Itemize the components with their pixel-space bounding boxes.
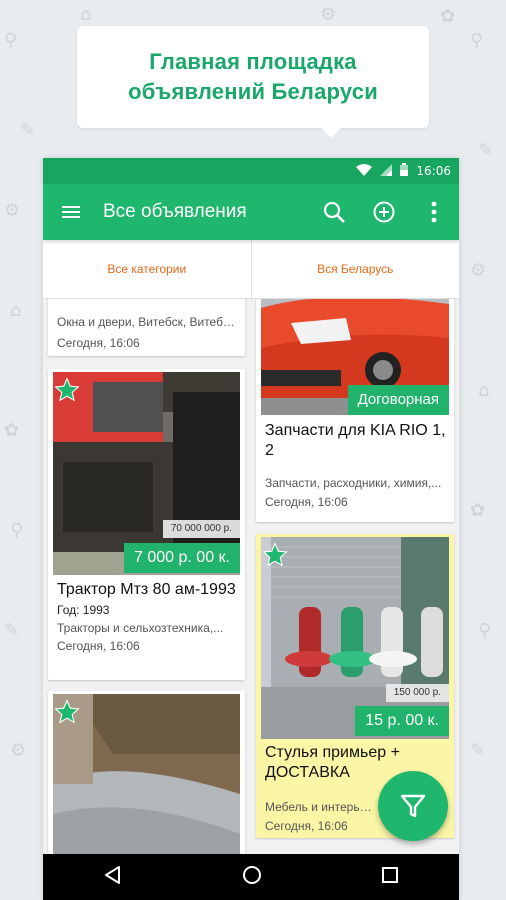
doodle-icon: ✎	[4, 620, 20, 641]
app-bar: Все объявления	[43, 184, 459, 240]
listing-meta: Мебель и интерьер, Гомел...	[265, 800, 375, 814]
home-icon[interactable]	[242, 865, 262, 890]
doodle-icon: ⌂	[10, 300, 22, 321]
region-filter[interactable]: Вся Беларусь	[250, 240, 460, 298]
filter-icon	[400, 794, 426, 818]
doodle-icon: ⚲	[10, 520, 24, 541]
battery-icon	[400, 163, 409, 179]
listing-title: Трактор Мтз 80 ам-1993	[57, 581, 236, 598]
page-title: Все объявления	[103, 201, 247, 222]
doodle-icon: ⌂	[80, 4, 92, 25]
doodle-icon: ✎	[470, 740, 486, 761]
doodle-icon: ✎	[20, 120, 36, 141]
promo-line-2: объявлений Беларуси	[128, 79, 378, 104]
listing-photo	[53, 694, 240, 854]
listing-year: Год: 1993	[57, 603, 110, 617]
category-filter[interactable]: Все категории	[43, 240, 251, 298]
back-icon[interactable]	[103, 865, 123, 890]
price-badge: 15 р. 00 к.	[355, 706, 449, 736]
recents-icon[interactable]	[381, 866, 399, 889]
doodle-icon: ⚙	[10, 740, 27, 761]
listing-card[interactable]: Окна и двери, Витебск, Витебск... Сегодн…	[48, 298, 245, 356]
doodle-icon: ⌂	[478, 380, 490, 401]
promo-bubble: Главная площадка объявлений Беларуси	[77, 26, 429, 138]
listing-date: Сегодня, 16:06	[265, 495, 348, 509]
doodle-icon: ✎	[478, 140, 494, 161]
old-price: 150 000 р.	[385, 684, 449, 702]
featured-star-icon	[54, 377, 80, 408]
price-badge: 7 000 р. 00 к.	[124, 543, 240, 573]
doodle-icon: ⚙	[4, 200, 21, 221]
doodle-icon: ⚙	[320, 4, 337, 25]
doodle-icon: ✿	[470, 500, 486, 521]
doodle-icon: ⚙	[470, 260, 487, 281]
phone-screen: 16:06 Все объявления Все категории Вся Б…	[43, 158, 459, 900]
navigation-bar	[43, 854, 459, 900]
featured-star-icon	[262, 542, 288, 573]
filter-fab-button[interactable]	[378, 771, 448, 841]
listing-date: Сегодня, 16:06	[57, 336, 140, 350]
menu-icon[interactable]	[43, 206, 99, 218]
doodle-icon: ⚲	[478, 620, 492, 641]
status-bar: 16:06	[43, 158, 459, 184]
listing-date: Сегодня, 16:06	[57, 639, 140, 653]
doodle-icon: ✿	[4, 420, 20, 441]
price-badge: Договорная	[347, 385, 449, 415]
search-icon[interactable]	[309, 201, 359, 223]
listing-meta: Окна и двери, Витебск, Витебск...	[57, 315, 237, 329]
listing-card[interactable]: 70 000 000 р. 7 000 р. 00 к. Трактор Мтз…	[48, 369, 245, 680]
listing-meta: Запчасти, расходники, химия,...	[265, 476, 442, 490]
wifi-icon	[356, 163, 373, 179]
featured-star-icon	[54, 699, 80, 730]
doodle-icon: ⚲	[470, 30, 484, 51]
doodle-icon: ✿	[440, 6, 456, 27]
bike-doodle-icon: ⚲	[4, 30, 18, 51]
listing-meta: Тракторы и сельхозтехника,...	[57, 621, 224, 635]
old-price: 70 000 000 р.	[162, 520, 240, 538]
add-circle-icon[interactable]	[359, 201, 409, 223]
promo-line-1: Главная площадка	[149, 49, 357, 74]
listing-card[interactable]	[48, 691, 245, 854]
signal-icon	[380, 163, 393, 179]
listing-feed[interactable]: Окна и двери, Витебск, Витебск... Сегодн…	[43, 298, 459, 854]
listing-title: Запчасти для KIA RIO 1, 2	[265, 422, 446, 459]
filter-bar: Все категории Вся Беларусь	[43, 240, 459, 299]
listing-card[interactable]: Договорная Запчасти для KIA RIO 1, 2 Зап…	[256, 298, 454, 522]
status-time: 16:06	[416, 164, 451, 178]
more-vert-icon[interactable]	[409, 201, 459, 223]
